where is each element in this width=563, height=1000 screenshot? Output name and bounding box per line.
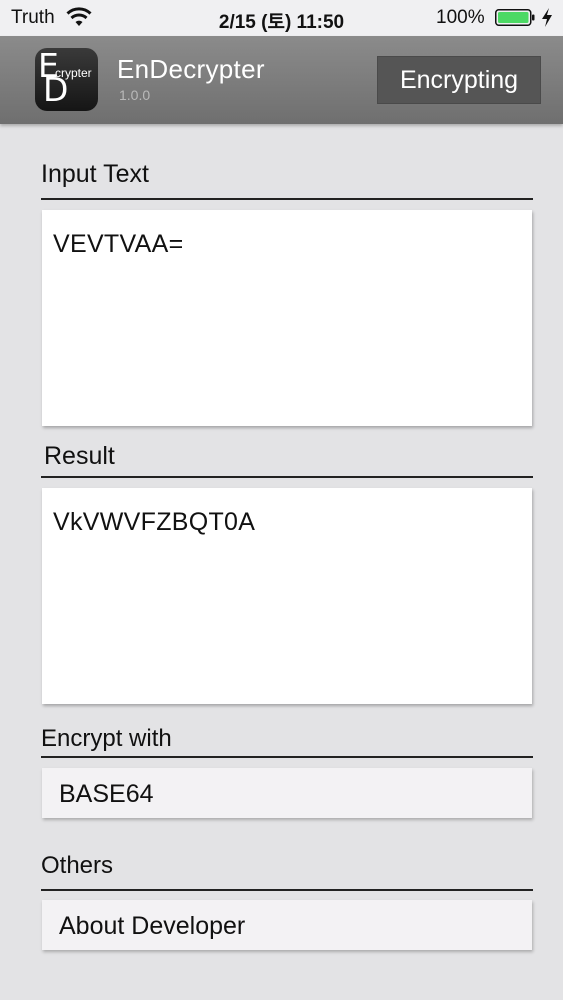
app-version: 1.0.0 bbox=[119, 87, 151, 103]
others-label: Others bbox=[41, 852, 114, 879]
logo-letter-d: D bbox=[43, 70, 69, 109]
app-logo: E crypter D bbox=[35, 48, 98, 111]
input-text-area[interactable]: VEVTVAA= bbox=[42, 210, 532, 426]
app-screen: Truth 2/15 (토) 11:50 100% E crypter D En… bbox=[0, 0, 563, 1000]
encrypt-with-divider bbox=[41, 756, 533, 758]
result-text-area[interactable]: VkVWVFZBQT0A bbox=[42, 488, 532, 704]
charging-bolt-icon bbox=[542, 8, 552, 27]
others-divider bbox=[41, 889, 533, 891]
battery-icon bbox=[495, 9, 535, 26]
input-text-label: Input Text bbox=[41, 160, 149, 188]
encrypting-mode-button[interactable]: Encrypting bbox=[377, 56, 541, 104]
battery-percent: 100% bbox=[436, 7, 485, 28]
about-developer-button[interactable]: About Developer bbox=[42, 900, 532, 950]
input-text-divider bbox=[41, 198, 533, 200]
encrypt-with-label: Encrypt with bbox=[41, 725, 172, 752]
app-title: EnDecrypter bbox=[117, 54, 265, 84]
app-header: E crypter D EnDecrypter 1.0.0 Encrypting bbox=[0, 36, 563, 124]
status-bar: Truth 2/15 (토) 11:50 100% bbox=[0, 0, 563, 36]
result-divider bbox=[41, 476, 533, 478]
encryption-method-selector[interactable]: BASE64 bbox=[42, 768, 532, 818]
result-label: Result bbox=[44, 442, 115, 470]
